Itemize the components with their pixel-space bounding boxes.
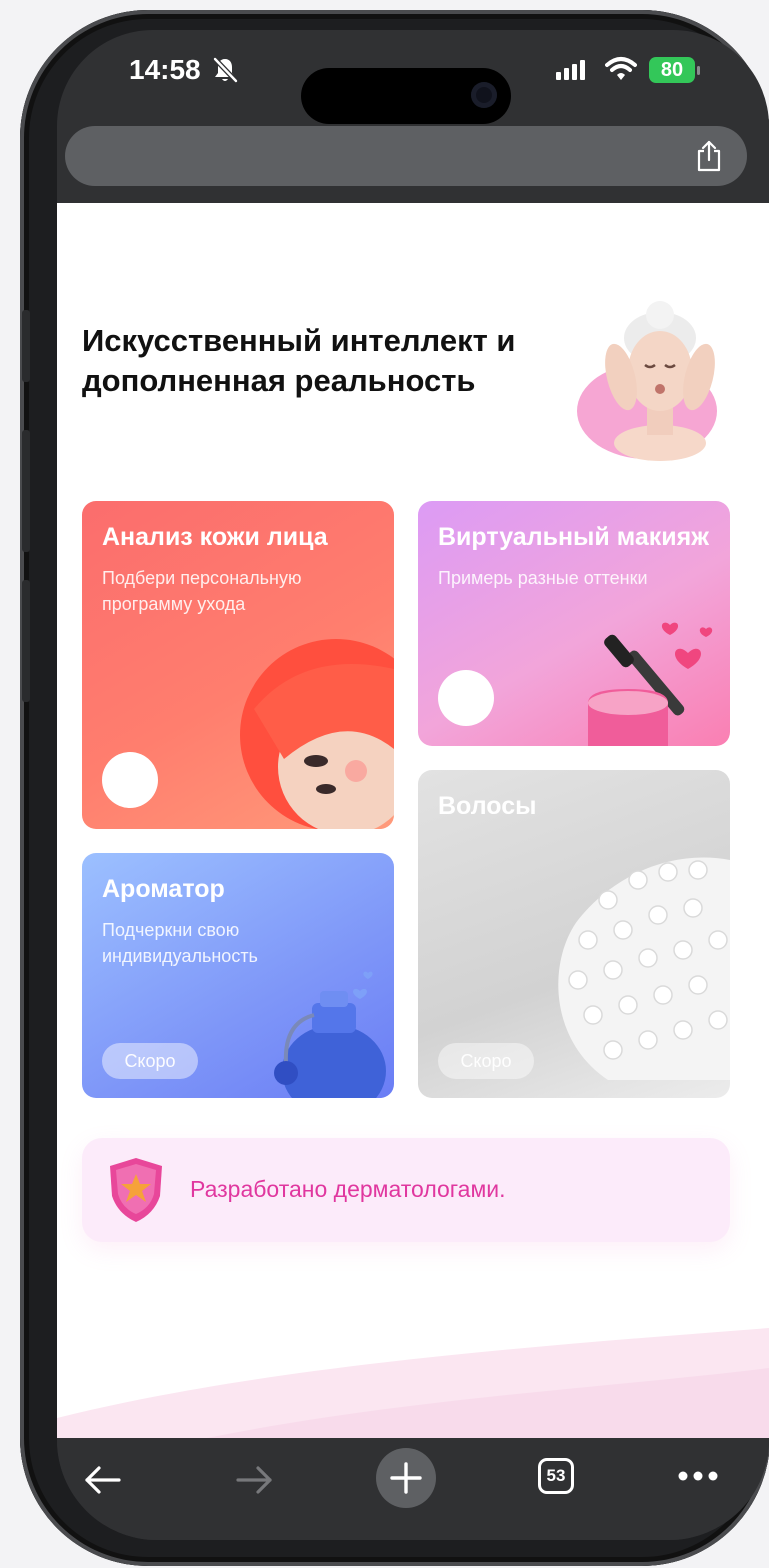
- page-title: Искусственный интеллект и дополненная ре…: [82, 323, 516, 399]
- action-button: [22, 310, 30, 382]
- skin-analysis-start-button[interactable]: [102, 752, 158, 808]
- plus-icon: [390, 1462, 422, 1494]
- new-tab-button[interactable]: [376, 1448, 436, 1508]
- volume-down-button: [22, 580, 30, 702]
- status-bar: 14:58 80: [57, 30, 769, 124]
- card-subtitle: Подчеркни свою индивидуальность: [102, 920, 258, 966]
- coming-soon-badge: Скоро: [102, 1043, 198, 1079]
- screen: 14:58 80 Искусственный интеллект и допол…: [57, 30, 769, 1540]
- tabs-icon[interactable]: 53: [538, 1458, 574, 1494]
- hair-card[interactable]: Волосы Скоро: [418, 770, 730, 1098]
- status-time: 14:58: [129, 54, 201, 85]
- card-title: Ароматор: [102, 875, 225, 903]
- share-icon[interactable]: [695, 140, 723, 172]
- back-icon[interactable]: [81, 1460, 125, 1500]
- card-subtitle: Примерь разные оттенки: [438, 568, 648, 588]
- dermatologists-banner: Разработано дерматологами.: [82, 1138, 730, 1242]
- more-icon[interactable]: [677, 1470, 719, 1482]
- camera-icon: [471, 82, 497, 108]
- dynamic-island: [301, 68, 511, 124]
- banner-text: Разработано дерматологами.: [190, 1176, 506, 1202]
- shield-star-icon: [110, 1158, 162, 1222]
- address-bar[interactable]: [65, 126, 747, 186]
- card-title: Виртуальный макияж: [438, 523, 709, 551]
- volume-up-button: [22, 430, 30, 552]
- mascara-illustration: [588, 622, 713, 746]
- cellular-icon: [556, 60, 585, 80]
- virtual-makeup-card[interactable]: Виртуальный макияж Примерь разные оттенк…: [418, 501, 730, 746]
- battery-icon: 80: [649, 57, 695, 83]
- coming-soon-badge: Скоро: [438, 1043, 534, 1079]
- web-content: Искусственный интеллект и дополненная ре…: [57, 203, 769, 1438]
- battery-tip: [697, 66, 700, 75]
- virtual-makeup-start-button[interactable]: [438, 670, 494, 726]
- forward-icon[interactable]: [232, 1460, 276, 1500]
- card-title: Анализ кожи лица: [102, 523, 328, 551]
- bell-slash-icon: [213, 57, 238, 83]
- wifi-icon: [605, 57, 637, 80]
- card-title: Волосы: [438, 792, 537, 820]
- card-subtitle: Подбери персональную программу ухода: [102, 568, 302, 614]
- decorative-wave: [57, 1328, 769, 1438]
- skin-analysis-card[interactable]: Анализ кожи лица Подбери персональную пр…: [82, 501, 394, 829]
- browser-toolbar: 53: [57, 1438, 769, 1540]
- girl-face-illustration: [240, 639, 394, 829]
- hair-brush-illustration: [558, 857, 730, 1080]
- aromator-card[interactable]: Ароматор Подчеркни свою индивидуальность…: [82, 853, 394, 1098]
- face-massage-illustration: [577, 301, 717, 461]
- perfume-illustration: [274, 971, 386, 1098]
